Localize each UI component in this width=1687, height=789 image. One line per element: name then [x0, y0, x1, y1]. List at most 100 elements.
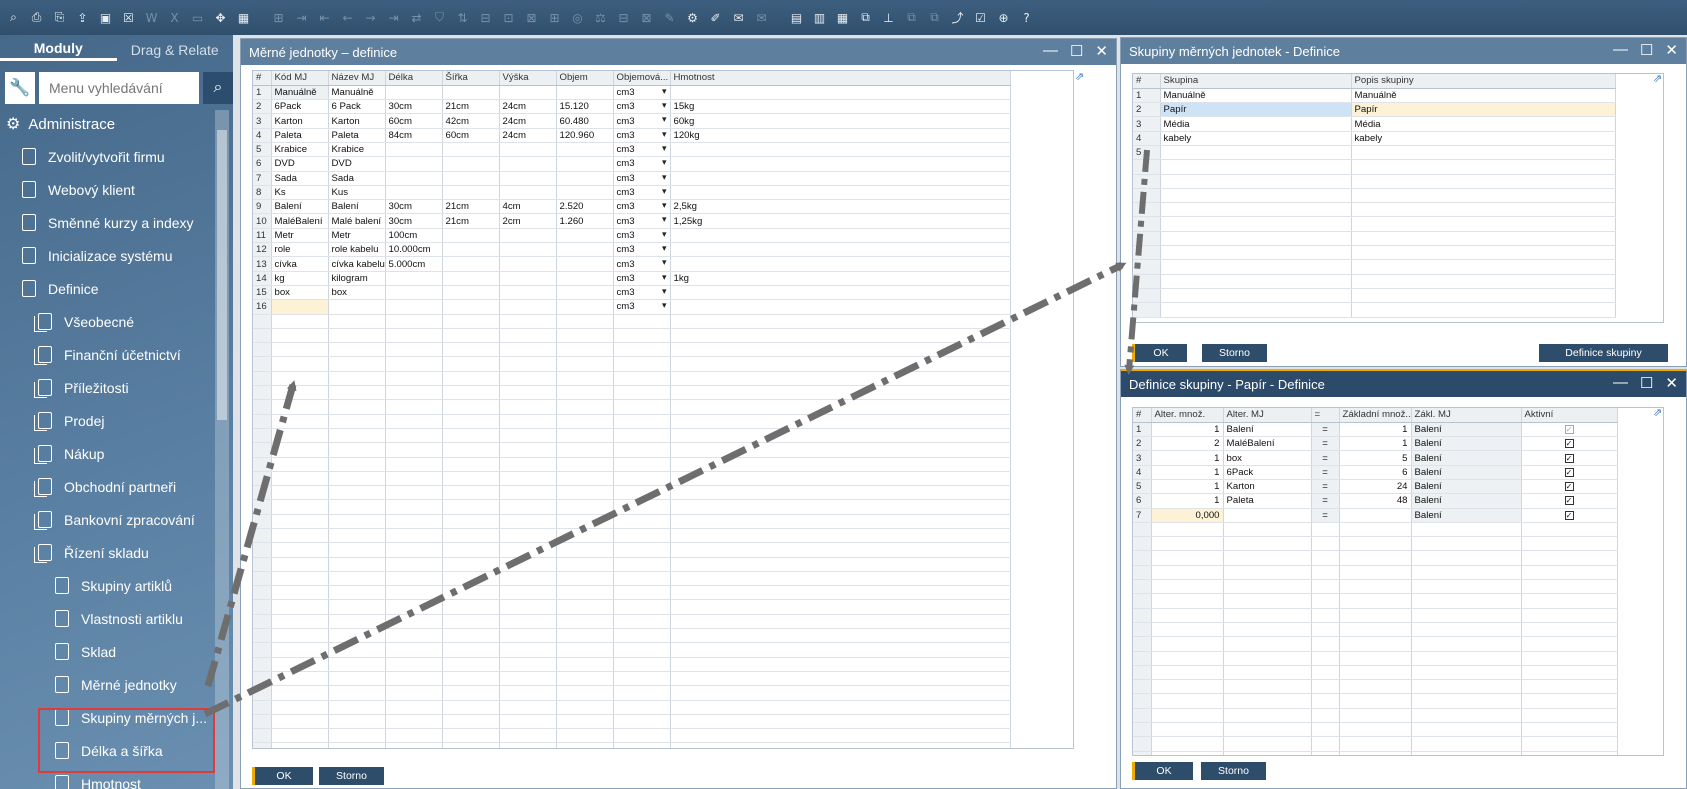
menu-item[interactable]: Měrné jednotky	[55, 676, 177, 693]
table-row[interactable]	[253, 628, 1011, 644]
table-cell[interactable]: kilogram	[328, 271, 386, 286]
table-row[interactable]	[253, 356, 1011, 372]
table-row[interactable]	[1133, 736, 1618, 752]
table-cell[interactable]	[556, 371, 614, 387]
table-cell[interactable]	[328, 642, 386, 658]
table-cell[interactable]	[385, 399, 443, 415]
table-cell[interactable]: 1	[1151, 465, 1224, 480]
table-cell[interactable]: Karton	[1223, 479, 1312, 495]
table-cell[interactable]: 2,5kg	[670, 199, 1011, 215]
table-cell[interactable]	[670, 571, 1011, 587]
active-checkbox[interactable]: ✓	[1564, 496, 1574, 506]
copy3-icon[interactable]: ⧉	[925, 8, 944, 27]
table-cell[interactable]	[556, 385, 614, 401]
table-cell[interactable]	[556, 156, 614, 172]
table-cell[interactable]	[1521, 722, 1618, 738]
table-row[interactable]	[1133, 751, 1618, 755]
table-cell[interactable]	[271, 457, 329, 472]
table-cell[interactable]	[328, 499, 386, 515]
table-cell[interactable]	[1521, 751, 1618, 755]
table-cell[interactable]	[556, 356, 614, 372]
table-cell[interactable]	[556, 514, 614, 530]
table-cell[interactable]	[385, 285, 443, 301]
table-cell[interactable]: 48	[1339, 493, 1412, 509]
table-cell[interactable]	[670, 499, 1011, 515]
table-cell[interactable]	[442, 314, 500, 329]
table-cell[interactable]	[499, 256, 557, 272]
table-row[interactable]: 9BaleníBalení30cm21cm4cm2.520cm32,5kg	[253, 199, 1011, 215]
move-icon[interactable]: ✥	[211, 8, 230, 27]
table-cell[interactable]	[1151, 622, 1224, 638]
word-icon[interactable]: W	[142, 8, 161, 27]
table-cell[interactable]: 5	[1339, 450, 1412, 466]
table-cell[interactable]	[442, 657, 500, 672]
split1-icon[interactable]: ⊟	[476, 8, 495, 27]
table-row[interactable]	[253, 428, 1011, 444]
table-cell[interactable]	[328, 614, 386, 630]
table-cell[interactable]: 1	[1339, 422, 1412, 438]
column-header[interactable]: Popis skupiny	[1351, 74, 1616, 89]
table-row[interactable]	[253, 514, 1011, 530]
table-cell[interactable]	[499, 557, 557, 572]
table-cell[interactable]	[556, 528, 614, 544]
table-cell[interactable]	[328, 328, 386, 344]
table-cell[interactable]	[442, 256, 500, 272]
table-cell[interactable]	[613, 585, 671, 601]
table-cell[interactable]	[499, 685, 557, 701]
table-cell[interactable]	[271, 628, 329, 644]
table-cell[interactable]	[670, 185, 1011, 201]
table-cell[interactable]	[1223, 736, 1312, 752]
table-cell[interactable]	[1351, 202, 1616, 218]
column-header[interactable]: Základní množ...	[1339, 408, 1412, 423]
table-cell[interactable]	[1160, 145, 1352, 161]
table-cell[interactable]	[328, 485, 386, 501]
sidebar-scrollbar[interactable]	[215, 110, 229, 789]
table-cell[interactable]	[385, 499, 443, 515]
table-cell[interactable]: ✓	[1521, 493, 1618, 509]
column-header[interactable]: Zákl. MJ	[1411, 408, 1522, 423]
table-cell[interactable]	[328, 342, 386, 358]
table-cell[interactable]	[670, 142, 1011, 158]
table-cell[interactable]: =	[1311, 450, 1340, 466]
table-cell[interactable]	[1151, 679, 1224, 695]
table-row[interactable]: 1 1 Balení = 1 Balení ✓	[1133, 422, 1618, 438]
table-cell[interactable]	[1311, 679, 1340, 695]
table-cell[interactable]	[1311, 522, 1340, 538]
table-cell[interactable]	[442, 271, 500, 286]
table-cell[interactable]	[328, 414, 386, 429]
table-cell[interactable]	[442, 428, 500, 444]
table-cell[interactable]	[1339, 579, 1412, 595]
table-cell[interactable]	[442, 442, 500, 458]
table-cell[interactable]	[670, 171, 1011, 186]
table-cell[interactable]	[556, 714, 614, 730]
table-cell[interactable]: 6 Pack	[328, 99, 386, 115]
table-cell[interactable]: 2.520	[556, 199, 614, 215]
table-cell[interactable]	[271, 356, 329, 372]
table-cell[interactable]: 1kg	[670, 271, 1011, 286]
table-row[interactable]: 6 DVD DVD cm3	[253, 156, 1011, 172]
menu-search-input[interactable]	[39, 71, 199, 104]
table-row[interactable]: 4 1 6Pack = 6 Balení ✓	[1133, 465, 1618, 480]
table-cell[interactable]	[385, 571, 443, 587]
table-cell[interactable]	[1339, 722, 1412, 738]
table-row[interactable]: 6 1 Paleta = 48 Balení ✓	[1133, 493, 1618, 509]
table-row[interactable]	[1133, 188, 1616, 204]
table-row[interactable]: 14kgkilogram cm31kg	[253, 271, 1011, 286]
table-cell[interactable]	[442, 514, 500, 530]
table-row[interactable]: 3 Média Média	[1133, 116, 1616, 132]
table-cell[interactable]	[1151, 536, 1224, 552]
table-cell[interactable]	[613, 657, 671, 672]
table-row[interactable]	[253, 571, 1011, 587]
table-cell[interactable]	[442, 85, 500, 101]
table-cell[interactable]	[670, 714, 1011, 730]
table-cell[interactable]	[385, 700, 443, 715]
print-icon[interactable]: ⎙	[27, 8, 46, 27]
stamp-icon[interactable]: ⊥	[879, 8, 898, 27]
column-header[interactable]: #	[1133, 74, 1161, 89]
table-cell[interactable]: 6Pack	[271, 99, 329, 115]
table-cell[interactable]	[1223, 593, 1312, 609]
table-cell[interactable]	[328, 457, 386, 472]
table-cell[interactable]	[613, 728, 671, 744]
table-cell[interactable]	[442, 700, 500, 715]
table-cell[interactable]	[385, 85, 443, 101]
